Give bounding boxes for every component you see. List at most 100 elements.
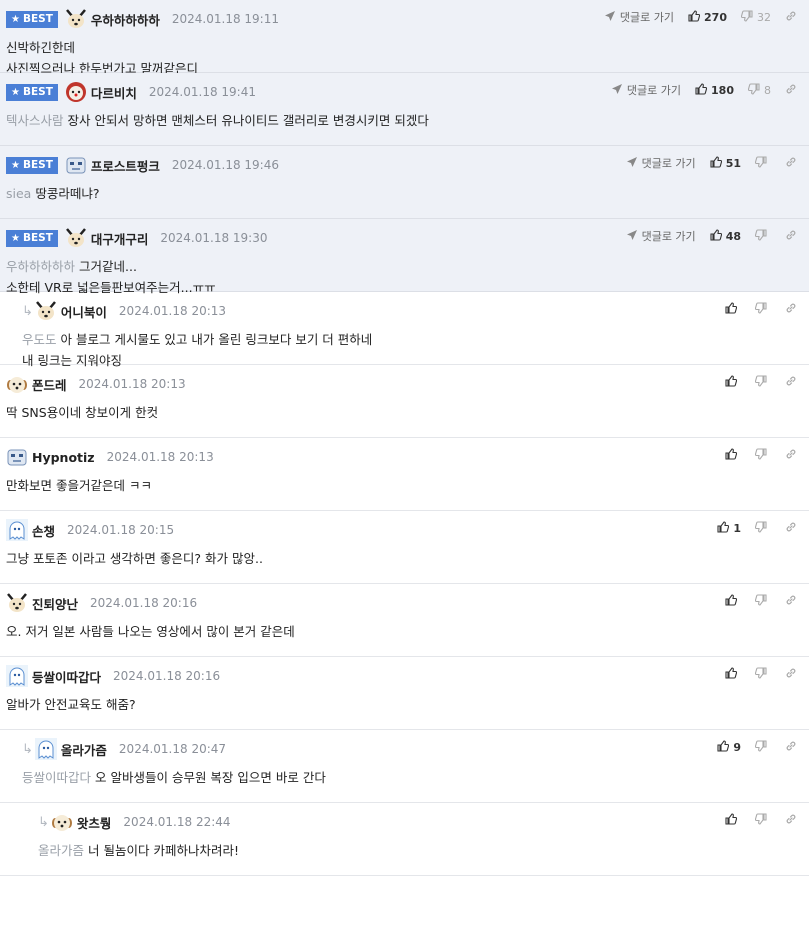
comment-date: 2024.01.18 20:16 bbox=[90, 596, 198, 610]
downvote-button[interactable] bbox=[754, 374, 771, 390]
downvote-button[interactable]: 8 bbox=[747, 82, 771, 98]
send-icon bbox=[611, 83, 623, 98]
share-link-button[interactable] bbox=[785, 83, 797, 98]
share-link-button[interactable] bbox=[785, 813, 797, 828]
comment-line: 텍사스사람 장사 안되서 망하면 맨체스터 유나이티드 갤러리로 변경시키면 되겠… bbox=[6, 110, 429, 131]
avatar[interactable] bbox=[65, 81, 87, 103]
mention-name[interactable]: 텍사스사람 bbox=[6, 113, 64, 128]
avatar[interactable] bbox=[34, 738, 57, 760]
share-link-button[interactable] bbox=[785, 10, 797, 25]
author-name[interactable]: 우하하하하하 bbox=[91, 10, 160, 29]
upvote-button[interactable] bbox=[725, 447, 741, 463]
upvote-button[interactable]: 9 bbox=[717, 739, 741, 755]
comment-item: 진퇴양난 2024.01.18 20:16 오. 저거 일본 사람들 나오는 영상에… bbox=[0, 584, 809, 657]
avatar[interactable] bbox=[35, 300, 57, 322]
comment-actions: 1 bbox=[717, 519, 797, 537]
author-name[interactable]: 왓츠뤙 bbox=[77, 813, 112, 832]
share-link-button[interactable] bbox=[785, 594, 797, 609]
avatar[interactable] bbox=[65, 8, 87, 30]
go-to-reply-button[interactable]: 댓글로 가기 bbox=[611, 82, 681, 98]
comment-text: 그거같네... bbox=[79, 259, 137, 274]
upvote-button[interactable]: 180 bbox=[695, 82, 734, 98]
downvote-count: 32 bbox=[757, 10, 771, 24]
downvote-button[interactable] bbox=[754, 155, 771, 171]
mention-name[interactable]: siea bbox=[6, 186, 31, 201]
share-link-button[interactable] bbox=[785, 302, 797, 317]
downvote-button[interactable] bbox=[754, 812, 771, 828]
upvote-button[interactable]: 1 bbox=[717, 520, 741, 536]
upvote-button[interactable]: 48 bbox=[710, 228, 741, 244]
author-name[interactable]: 진퇴양난 bbox=[32, 594, 78, 613]
comment-body: 만화보면 좋을거같은데 ㅋㅋ bbox=[6, 475, 152, 496]
author-name[interactable]: 프로스트펑크 bbox=[91, 156, 160, 175]
avatar[interactable] bbox=[6, 373, 28, 395]
comment-date: 2024.01.18 20:16 bbox=[113, 669, 221, 683]
author-name[interactable]: 올라가즘 bbox=[61, 740, 107, 759]
upvote-button[interactable] bbox=[725, 374, 741, 390]
comment-actions bbox=[725, 300, 797, 318]
go-to-reply-label: 댓글로 가기 bbox=[619, 11, 675, 24]
mention-name[interactable]: 올라가즘 bbox=[38, 843, 84, 858]
thumbs-down-icon bbox=[754, 739, 767, 755]
avatar[interactable] bbox=[6, 665, 28, 687]
share-link-button[interactable] bbox=[785, 448, 797, 463]
thumbs-up-icon bbox=[725, 666, 738, 682]
upvote-count: 180 bbox=[711, 83, 734, 97]
author-name[interactable]: Hypnotiz bbox=[32, 450, 95, 465]
comment-line: 딱 SNS용이네 창보이게 한컷 bbox=[6, 402, 158, 423]
downvote-button[interactable] bbox=[754, 228, 771, 244]
mention-name[interactable]: 우하하하하하 bbox=[6, 259, 75, 274]
avatar[interactable] bbox=[65, 227, 87, 249]
upvote-button[interactable]: 270 bbox=[688, 9, 727, 25]
author-name[interactable]: 다르비치 bbox=[91, 83, 137, 102]
upvote-button[interactable] bbox=[725, 301, 741, 317]
comment-body: 텍사스사람 장사 안되서 망하면 맨체스터 유나이티드 갤러리로 변경시키면 되겠… bbox=[6, 110, 429, 131]
upvote-button[interactable] bbox=[725, 593, 741, 609]
comment-body: 오. 저거 일본 사람들 나오는 영상에서 많이 본거 같은데 bbox=[6, 621, 295, 642]
comment-text: 딱 SNS용이네 창보이게 한컷 bbox=[6, 405, 159, 420]
share-link-button[interactable] bbox=[785, 156, 797, 171]
mention-name[interactable]: 등쌀이따갑다 bbox=[22, 770, 91, 785]
thumbs-down-icon bbox=[754, 155, 767, 171]
share-link-button[interactable] bbox=[785, 521, 797, 536]
link-icon bbox=[785, 302, 797, 317]
avatar[interactable] bbox=[65, 154, 87, 176]
best-badge-label: BEST bbox=[22, 232, 53, 244]
downvote-button[interactable]: 32 bbox=[740, 9, 771, 25]
share-link-button[interactable] bbox=[785, 229, 797, 244]
downvote-button[interactable] bbox=[754, 447, 771, 463]
link-icon bbox=[785, 10, 797, 25]
go-to-reply-button[interactable]: 댓글로 가기 bbox=[626, 155, 696, 171]
avatar[interactable] bbox=[6, 519, 28, 541]
share-link-button[interactable] bbox=[785, 740, 797, 755]
star-icon: ★ bbox=[11, 159, 20, 171]
thumbs-up-icon bbox=[695, 82, 708, 98]
comment-header: ★ BEST 프로스트펑크 2024.01.18 19:46 bbox=[6, 154, 279, 176]
avatar[interactable] bbox=[6, 592, 28, 614]
author-name[interactable]: 대구개구리 bbox=[91, 229, 149, 248]
thumbs-down-icon bbox=[754, 301, 767, 317]
downvote-button[interactable] bbox=[754, 520, 771, 536]
go-to-reply-button[interactable]: 댓글로 가기 bbox=[604, 9, 674, 25]
go-to-reply-button[interactable]: 댓글로 가기 bbox=[626, 228, 696, 244]
avatar[interactable] bbox=[51, 811, 73, 833]
downvote-button[interactable] bbox=[754, 739, 771, 755]
avatar[interactable] bbox=[6, 446, 28, 468]
author-name[interactable]: 어니북이 bbox=[61, 302, 107, 321]
author-name[interactable]: 폰드레 bbox=[32, 375, 67, 394]
downvote-button[interactable] bbox=[754, 301, 771, 317]
mention-name[interactable]: 우도도 bbox=[22, 332, 57, 347]
author-name[interactable]: 등쌀이따갑다 bbox=[32, 667, 101, 686]
comment-body: 그냥 포토존 이라고 생각하면 좋은디? 화가 많앙.. bbox=[6, 548, 263, 569]
downvote-button[interactable] bbox=[754, 666, 771, 682]
best-badge: ★ BEST bbox=[6, 83, 58, 101]
share-link-button[interactable] bbox=[785, 667, 797, 682]
downvote-button[interactable] bbox=[754, 593, 771, 609]
author-name[interactable]: 손챙 bbox=[32, 521, 55, 540]
upvote-button[interactable] bbox=[725, 666, 741, 682]
thumbs-up-icon bbox=[725, 812, 738, 828]
upvote-button[interactable] bbox=[725, 812, 741, 828]
comment-text: 오 알바생들이 승무원 복장 입으면 바로 간다 bbox=[95, 770, 326, 785]
share-link-button[interactable] bbox=[785, 375, 797, 390]
upvote-button[interactable]: 51 bbox=[710, 155, 741, 171]
